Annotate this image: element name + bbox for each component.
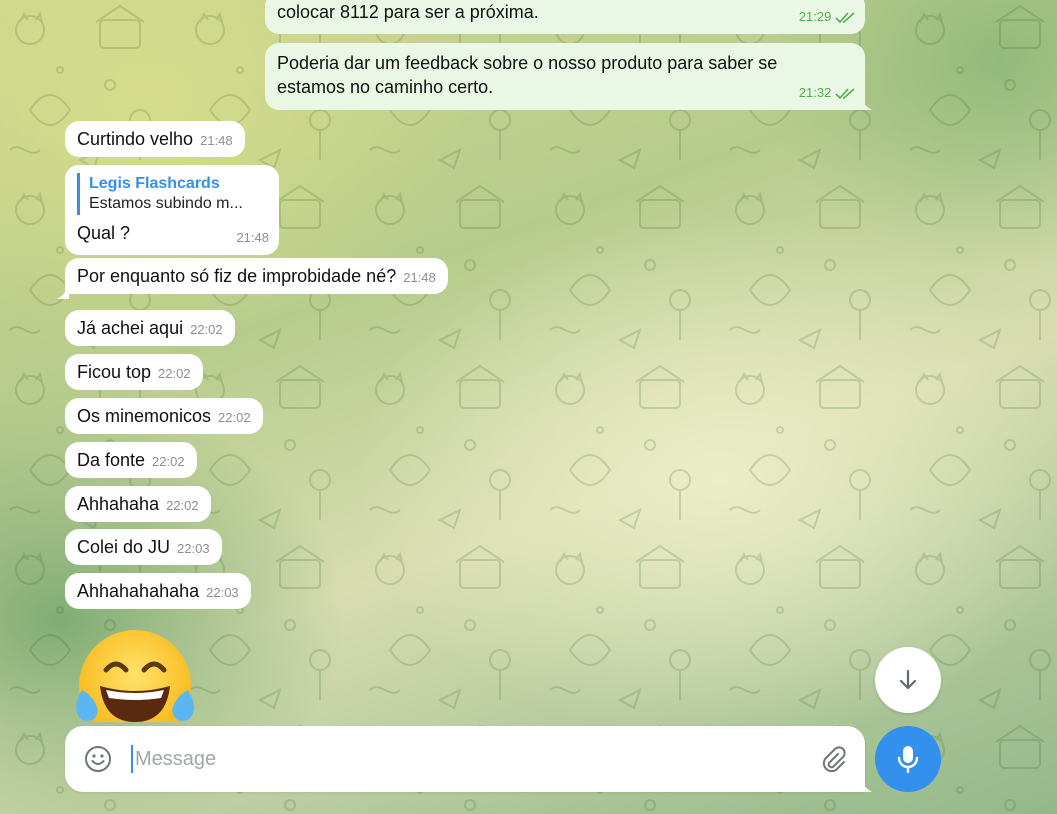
incoming-message[interactable]: Ahhahahahaha 22:03 xyxy=(65,573,251,609)
message-text: Qual ? xyxy=(77,223,131,243)
message-time: 21:29 xyxy=(798,9,832,24)
message-time: 22:03 xyxy=(177,541,210,556)
message-time: 22:02 xyxy=(152,454,185,469)
attach-button[interactable] xyxy=(799,745,865,773)
message-text: Ficou top xyxy=(77,362,152,382)
incoming-message[interactable]: Por enquanto só fiz de improbidade né? 2… xyxy=(65,258,448,294)
message-time: 21:32 xyxy=(798,85,832,100)
message-text: Ahhahaha xyxy=(77,494,160,514)
incoming-message[interactable]: Ficou top 22:02 xyxy=(65,354,203,390)
message-text: Ahhahahahaha xyxy=(77,581,200,601)
incoming-message[interactable]: Da fonte 22:02 xyxy=(65,442,197,478)
message-composer xyxy=(65,726,865,792)
message-time: 21:48 xyxy=(236,230,269,245)
message-text: Colei do JU xyxy=(77,537,171,557)
incoming-message-reply[interactable]: Legis Flashcards Estamos subindo m... Qu… xyxy=(65,165,279,255)
face-with-tears-of-joy-icon xyxy=(76,630,194,722)
incoming-message[interactable]: Ahhahaha 22:02 xyxy=(65,486,211,522)
outgoing-message[interactable]: colocar 8112 para ser a próxima. 21:29 xyxy=(265,0,865,34)
message-input[interactable] xyxy=(131,745,799,773)
incoming-message[interactable]: Os minemonicos 22:02 xyxy=(65,398,263,434)
scroll-down-button[interactable] xyxy=(875,647,941,713)
message-time: 22:02 xyxy=(190,322,223,337)
paperclip-icon xyxy=(822,746,846,773)
message-text: colocar 8112 para ser a próxima. xyxy=(277,2,539,22)
incoming-message[interactable]: Colei do JU 22:03 xyxy=(65,529,222,565)
message-text: Já achei aqui xyxy=(77,318,184,338)
message-time: 22:03 xyxy=(206,585,239,600)
incoming-message[interactable]: Já achei aqui 22:02 xyxy=(65,310,235,346)
reply-author: Legis Flashcards xyxy=(89,175,220,192)
incoming-message[interactable]: Curtindo velho 21:48 xyxy=(65,121,245,157)
arrow-down-icon xyxy=(899,669,917,690)
message-text: Curtindo velho xyxy=(77,129,194,149)
composer-tail xyxy=(860,778,872,792)
emoji-button[interactable] xyxy=(65,744,131,774)
smile-icon xyxy=(85,746,111,772)
message-time: 21:48 xyxy=(403,270,436,285)
reply-snippet: Estamos subindo m... xyxy=(89,195,243,212)
bubble-tail xyxy=(57,285,69,299)
message-text: Da fonte xyxy=(77,450,146,470)
outgoing-message[interactable]: Poderia dar um feedback sobre o nosso pr… xyxy=(265,43,865,110)
message-text-line: Poderia dar um feedback sobre o nosso pr… xyxy=(277,53,778,73)
message-time: 22:02 xyxy=(158,366,191,381)
message-text: Os minemonicos xyxy=(77,406,212,426)
double-check-icon xyxy=(835,87,855,99)
microphone-icon xyxy=(897,746,919,774)
emoji-message[interactable] xyxy=(72,630,198,722)
message-time: 22:02 xyxy=(218,410,251,425)
reply-preview[interactable]: Legis Flashcards Estamos subindo m... xyxy=(77,173,267,215)
message-text: Por enquanto só fiz de improbidade né? xyxy=(77,266,397,286)
bubble-tail xyxy=(860,96,872,110)
message-time: 21:48 xyxy=(200,133,233,148)
voice-record-button[interactable] xyxy=(875,726,941,792)
message-time: 22:02 xyxy=(166,498,199,513)
double-check-icon xyxy=(835,11,855,23)
message-text-line: estamos no caminho certo. xyxy=(277,77,494,97)
